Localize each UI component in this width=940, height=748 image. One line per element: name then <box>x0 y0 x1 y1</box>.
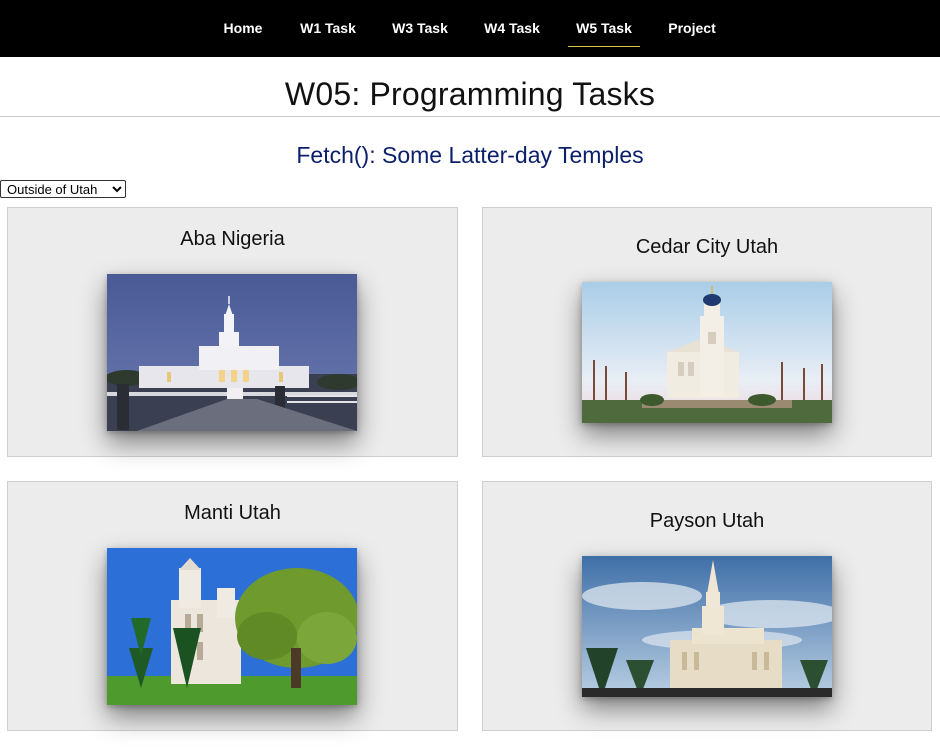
active-tab-underline <box>568 46 640 47</box>
temple-photo-cedar-city <box>582 282 832 423</box>
temple-photo-aba-nigeria <box>107 274 357 431</box>
temple-card-manti-utah: Manti Utah <box>7 481 458 731</box>
nav-w4-task-link[interactable]: W4 Task <box>476 0 548 57</box>
title-divider <box>0 116 940 117</box>
nav-w1-label: W1 Task <box>300 20 356 36</box>
temple-card-cedar-city-utah: Cedar City Utah <box>482 207 932 457</box>
main-nav: Home W1 Task W3 Task W4 Task W5 Task Pro… <box>0 0 940 57</box>
nav-project-label: Project <box>668 20 716 36</box>
temple-photo-payson <box>582 556 832 697</box>
page-title: W05: Programming Tasks <box>284 76 656 112</box>
nav-w5-label: W5 Task <box>576 20 632 36</box>
nav-w5-task-link[interactable]: W5 Task <box>568 0 640 57</box>
nav-w3-label: W3 Task <box>392 20 448 36</box>
temple-card-aba-nigeria: Aba Nigeria <box>7 207 458 457</box>
nav-project-link[interactable]: Project <box>660 0 724 57</box>
nav-w3-task-link[interactable]: W3 Task <box>384 0 456 57</box>
temple-photo-manti <box>107 548 357 705</box>
temple-name: Aba Nigeria <box>180 228 285 250</box>
temple-name: Cedar City Utah <box>635 236 779 258</box>
temple-name: Manti Utah <box>184 502 281 524</box>
temple-filter-select[interactable]: Outside of Utah <box>0 180 126 198</box>
nav-w1-task-link[interactable]: W1 Task <box>292 0 364 57</box>
nav-home-label: Home <box>223 20 263 36</box>
nav-home-link[interactable]: Home <box>214 0 272 57</box>
temple-card-payson-utah: Payson Utah <box>482 481 932 731</box>
nav-w4-label: W4 Task <box>484 20 540 36</box>
section-title: Fetch(): Some Latter-day Temples <box>296 142 644 168</box>
temple-name: Payson Utah <box>649 510 765 532</box>
